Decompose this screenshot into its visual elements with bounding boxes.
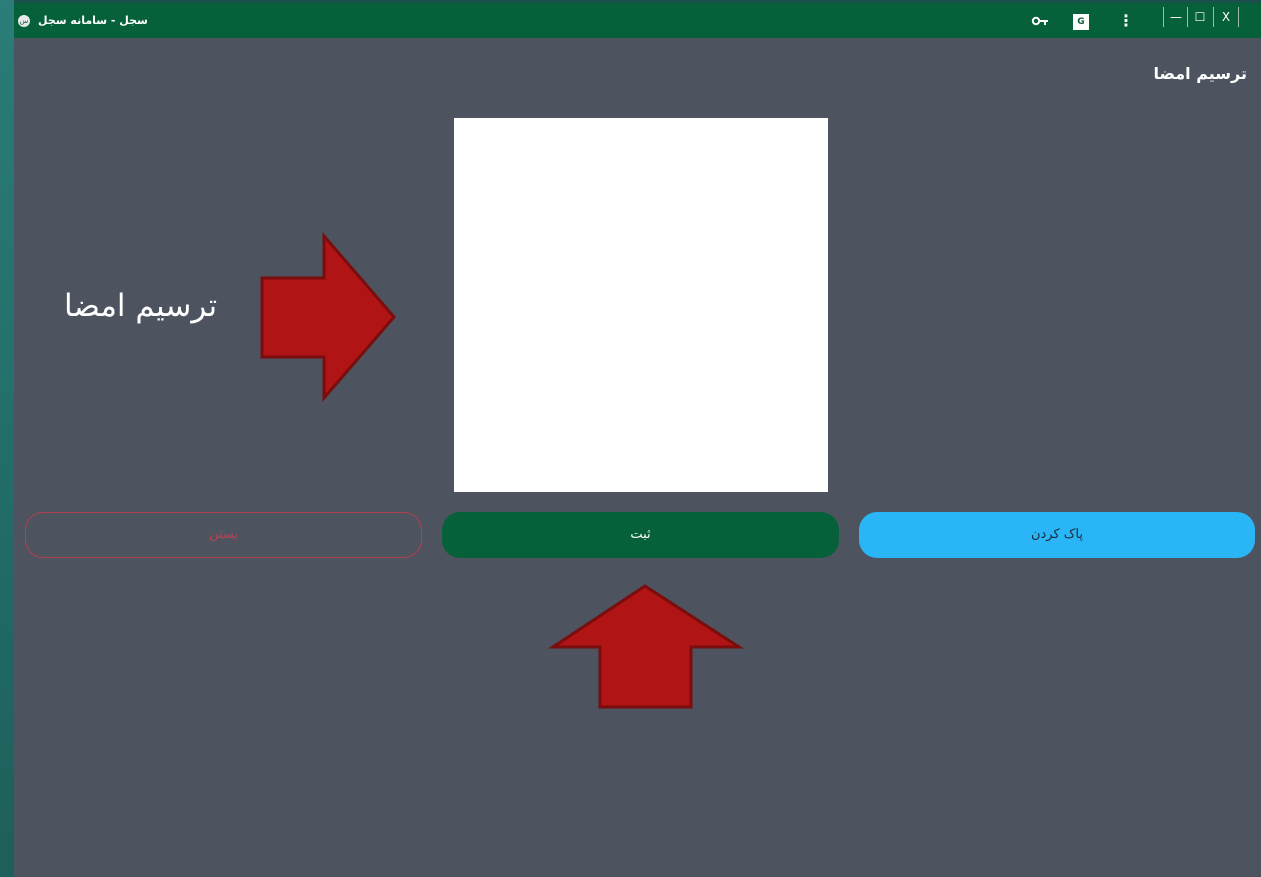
up-arrow-annotation [548, 584, 745, 709]
right-arrow-annotation [260, 231, 396, 403]
annotation-label: ترسیم امضا [64, 288, 218, 324]
desktop-background [0, 0, 14, 877]
app-window: س سجل - سامانه سجل G ⋮ — ☐ X ترسیم امضا … [14, 0, 1261, 877]
annotation-overlay [260, 231, 745, 709]
